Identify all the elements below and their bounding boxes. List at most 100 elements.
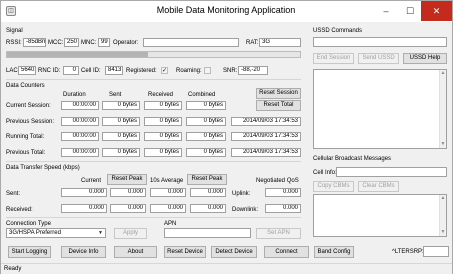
downlink-label: Downlink: (232, 207, 259, 213)
rssi-label: RSSI: (6, 40, 22, 46)
counter-received[interactable]: 0 bytes (144, 148, 182, 157)
copy-cbms-button[interactable]: Copy CBMs (313, 181, 354, 192)
rssi-field[interactable]: -85dBm (23, 38, 46, 47)
set-apn-button[interactable]: Set APN (256, 228, 301, 239)
apn-input[interactable] (164, 228, 251, 238)
counter-received[interactable]: 0 bytes (144, 132, 182, 141)
chevron-down-icon[interactable]: ▼ (440, 141, 446, 148)
reset-peak-average-button[interactable]: Reset Peak (187, 174, 227, 185)
counter-duration[interactable]: 00:00:00 (61, 117, 99, 126)
lac-field[interactable]: 56401 (18, 66, 36, 75)
signal-strength-fill (7, 52, 148, 57)
counter-duration[interactable]: 00:00:00 (61, 132, 99, 141)
connect-button[interactable]: Connect (264, 246, 309, 258)
sent-current-field[interactable]: 0.000 (61, 188, 107, 197)
connection-type-label: Connection Type (6, 221, 51, 227)
counter-sent[interactable]: 0 bytes (102, 101, 140, 110)
counter-sent[interactable]: 0 bytes (102, 117, 140, 126)
received-average-field[interactable]: 0.000 (150, 204, 186, 213)
counter-timestamp[interactable]: 2014/09/03 17:34:53 (231, 117, 301, 126)
registered-checkbox[interactable]: ✓ (161, 67, 168, 74)
rnc-field[interactable]: 0 (63, 66, 79, 75)
cbm-scrollbar[interactable]: ▲ ▼ (439, 195, 446, 236)
reset-total-button[interactable]: Reset Total (256, 100, 301, 111)
connection-type-value: 3G/HSPA Preferred (9, 230, 61, 236)
downlink-field[interactable]: 0.000 (265, 204, 301, 213)
counter-duration[interactable]: 00:00:00 (61, 148, 99, 157)
start-logging-button[interactable]: Start Logging (8, 246, 51, 258)
counter-timestamp[interactable]: 2014/09/03 17:34:53 (231, 148, 301, 157)
ussd-help-button[interactable]: USSD Help (403, 53, 447, 64)
counter-timestamp[interactable]: 2014/09/03 17:34:53 (231, 132, 301, 141)
counter-received[interactable]: 0 bytes (144, 117, 182, 126)
rat-label: RAT: (246, 40, 259, 46)
operator-field[interactable] (143, 38, 239, 47)
counter-combined[interactable]: 0 bytes (186, 132, 226, 141)
mcc-field[interactable]: 250 (64, 38, 79, 47)
cell-info-label: Cell Info: (313, 170, 337, 176)
col-negotiated-qos: Negotiated QoS (256, 178, 299, 184)
about-button[interactable]: About (114, 246, 157, 258)
send-ussd-button[interactable]: Send USSD (358, 53, 399, 64)
connection-type-select[interactable]: 3G/HSPA Preferred ▼ (6, 228, 106, 238)
counter-duration[interactable]: 00:00:00 (61, 101, 99, 110)
col-duration: Duration (63, 92, 86, 98)
maximize-button[interactable]: ☐ (397, 1, 423, 21)
mnc-label: MNC: (81, 40, 97, 46)
rnc-label: RNC ID: (38, 68, 61, 74)
mcc-label: MCC: (48, 40, 64, 46)
counter-combined[interactable]: 0 bytes (186, 101, 226, 110)
cbm-messages-area[interactable]: ▲ ▼ (313, 194, 447, 237)
col-sent: Sent (109, 92, 122, 98)
counter-row-label: Running Total: (6, 134, 45, 140)
sent-average-field[interactable]: 0.000 (150, 188, 186, 197)
operator-label: Operator: (113, 40, 139, 46)
ussd-section-label: USSD Commands (313, 28, 363, 34)
snr-field[interactable]: -88,-20 (238, 66, 268, 75)
cell-info-field[interactable] (336, 167, 447, 177)
separator (6, 79, 301, 80)
col-current: Current (81, 178, 102, 184)
counter-combined[interactable]: 0 bytes (186, 148, 226, 157)
chevron-down-icon[interactable]: ▼ (440, 229, 446, 236)
counter-combined[interactable]: 0 bytes (186, 117, 226, 126)
roaming-checkbox[interactable] (204, 67, 211, 74)
col-10s-average: 10s Average (150, 178, 184, 184)
sent-peak-field[interactable]: 0.000 (110, 188, 146, 197)
cellid-label: Cell ID: (81, 68, 101, 74)
counter-received[interactable]: 0 bytes (144, 101, 182, 110)
end-session-button[interactable]: End Session (313, 53, 354, 64)
status-text: Ready (4, 266, 22, 272)
mnc-field[interactable]: 99 (98, 38, 110, 47)
received-avg-peak-field[interactable]: 0.000 (190, 204, 226, 213)
signal-section-label: Signal (6, 28, 23, 34)
reset-session-button[interactable]: Reset Session (256, 88, 301, 99)
clear-cbms-button[interactable]: Clear CBMs (358, 181, 399, 192)
ussd-response-area[interactable]: ▲ ▼ (313, 69, 447, 149)
band-config-button[interactable]: Band Config (314, 246, 354, 258)
reset-peak-current-button[interactable]: Reset Peak (107, 174, 147, 185)
ussd-scrollbar[interactable]: ▲ ▼ (439, 70, 446, 148)
counter-sent[interactable]: 0 bytes (102, 148, 140, 157)
device-info-button[interactable]: Device Info (61, 246, 106, 258)
separator (6, 161, 301, 162)
status-bar: Ready (1, 263, 452, 274)
status-readout-field[interactable] (423, 246, 449, 257)
close-button[interactable]: ✕ (421, 1, 452, 21)
counter-sent[interactable]: 0 bytes (102, 132, 140, 141)
window-title: Mobile Data Monitoring Application (156, 5, 296, 15)
received-peak-field[interactable]: 0.000 (110, 204, 146, 213)
apply-button[interactable]: Apply (114, 228, 147, 239)
reset-device-button[interactable]: Reset Device (164, 246, 206, 258)
minimize-button[interactable]: – (373, 1, 399, 21)
uplink-field[interactable]: 0.000 (265, 188, 301, 197)
received-current-field[interactable]: 0.000 (61, 204, 107, 213)
chevron-up-icon[interactable]: ▲ (440, 70, 446, 77)
chevron-up-icon[interactable]: ▲ (440, 195, 446, 202)
rat-field[interactable]: 3G (259, 38, 301, 47)
ussd-input[interactable] (313, 37, 447, 47)
detect-device-button[interactable]: Detect Device (211, 246, 257, 258)
sent-avg-peak-field[interactable]: 0.000 (190, 188, 226, 197)
cellid-field[interactable]: 8413 (105, 66, 123, 75)
title-bar: ◫ Mobile Data Monitoring Application – ☐… (1, 1, 452, 22)
